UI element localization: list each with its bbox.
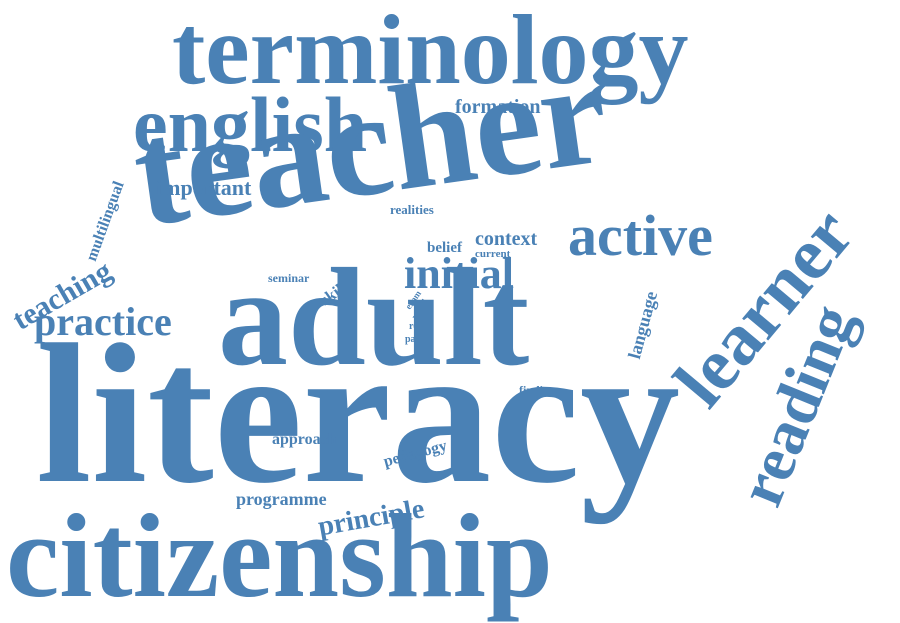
word-citizenship: citizenship [6, 489, 553, 622]
word-important: important [156, 175, 252, 200]
word-realities: realities [390, 202, 434, 217]
word-approach: approach [272, 431, 337, 448]
word-cloud: terminology english formation teacher im… [0, 0, 900, 623]
word-literacy: literacy [36, 304, 681, 525]
word-active: active [568, 203, 713, 268]
word-multilingual: multilingual [83, 179, 128, 264]
